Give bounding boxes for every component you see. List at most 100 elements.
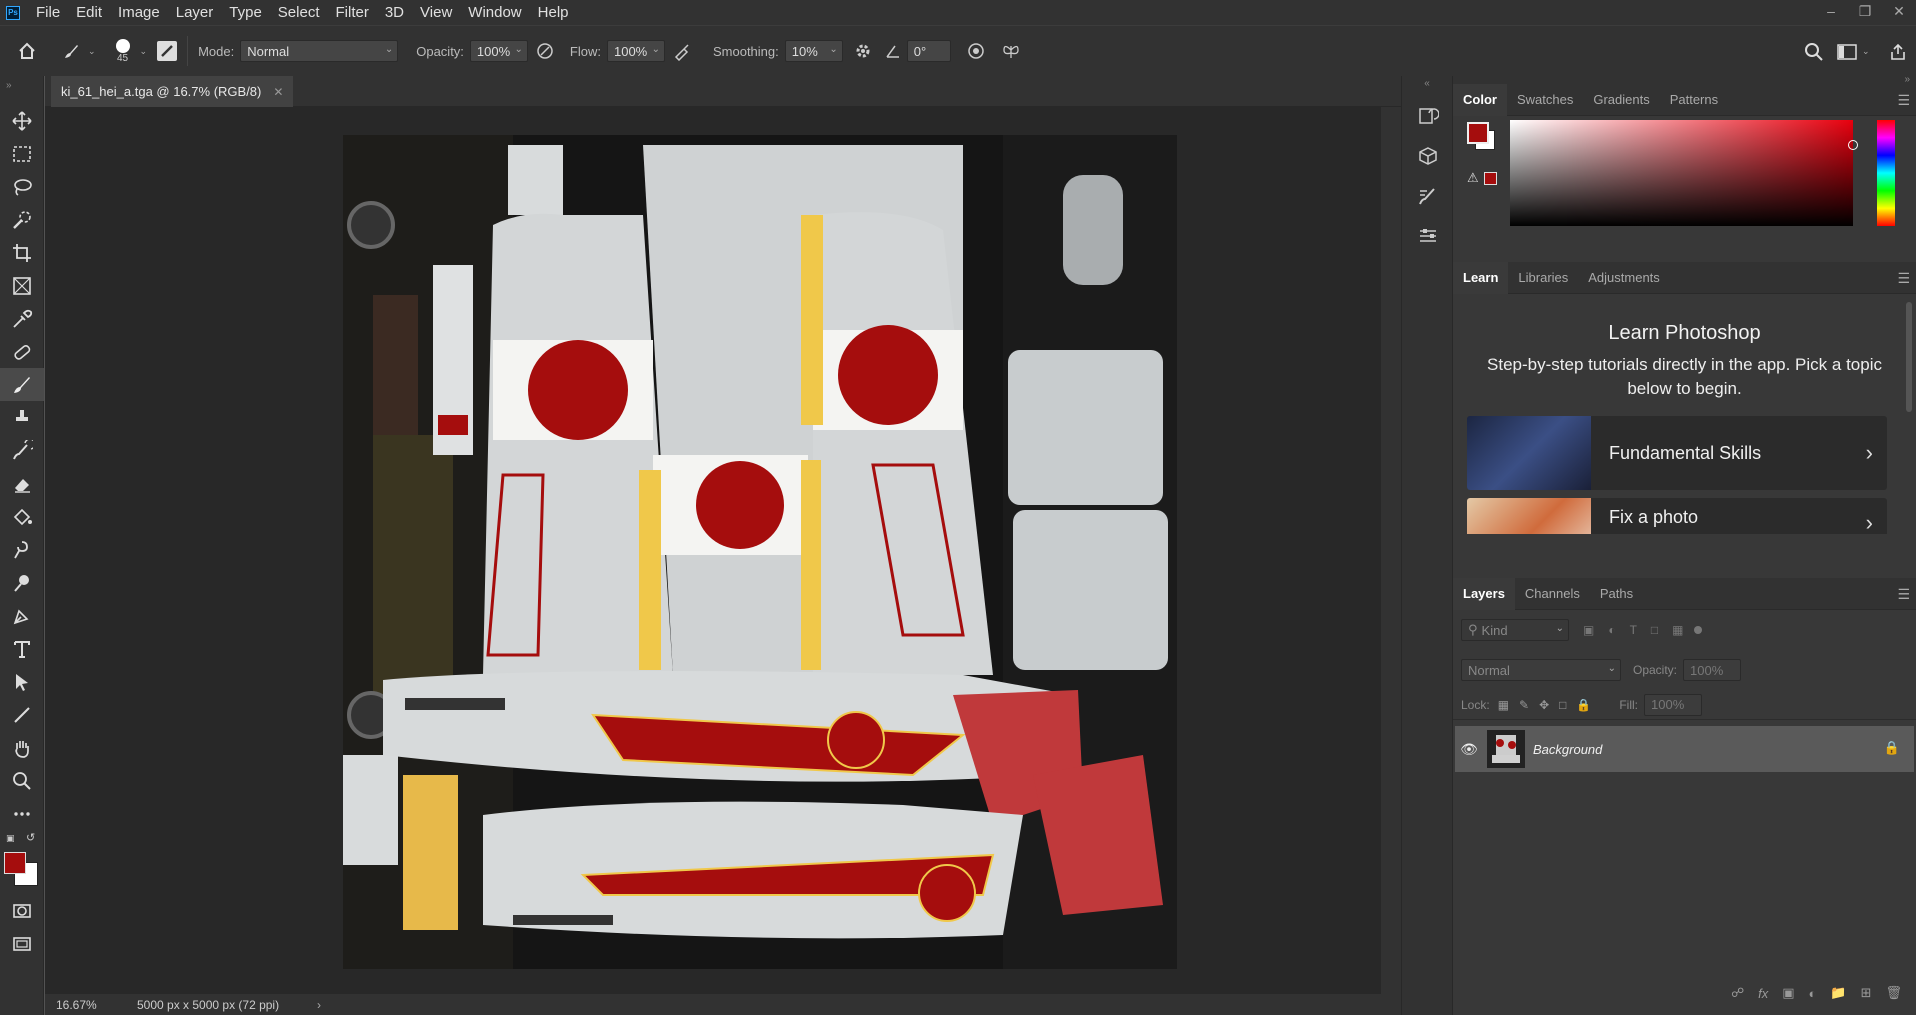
tab-gradients[interactable]: Gradients <box>1583 84 1659 116</box>
home-icon[interactable] <box>0 41 54 61</box>
minimize-icon[interactable]: – <box>1814 0 1848 22</box>
opacity-input[interactable]: 100% ⌄ <box>469 40 528 62</box>
symmetry-butterfly-icon[interactable] <box>1001 41 1021 61</box>
collapse-toolbar-icon[interactable]: » <box>0 76 43 104</box>
canvas-area[interactable] <box>45 107 1381 994</box>
smudge-tool-icon[interactable] <box>0 533 44 566</box>
quick-mask-icon[interactable] <box>0 894 44 927</box>
clone-stamp-tool-icon[interactable] <box>0 401 44 434</box>
layer-row-background[interactable]: 👁 Background 🔒 <box>1455 726 1914 772</box>
move-tool-icon[interactable] <box>0 104 44 137</box>
restore-icon[interactable]: ❐ <box>1848 0 1882 22</box>
history-panel-icon[interactable] <box>1402 96 1454 136</box>
menu-window[interactable]: Window <box>460 0 529 25</box>
chevron-down-icon[interactable]: ⌄ <box>1862 46 1880 57</box>
vertical-scrollbar[interactable] <box>1381 107 1401 1015</box>
tab-channels[interactable]: Channels <box>1515 578 1590 610</box>
more-tools-icon[interactable] <box>0 797 44 830</box>
default-colors-icon[interactable]: ▣ <box>6 833 15 844</box>
hand-tool-icon[interactable] <box>0 731 44 764</box>
menu-file[interactable]: File <box>28 0 68 25</box>
menu-help[interactable]: Help <box>530 0 577 25</box>
learn-scrollbar[interactable] <box>1906 302 1912 412</box>
layer-blend-mode[interactable]: Normal ⌄ <box>1461 659 1621 681</box>
layer-name[interactable]: Background <box>1533 742 1602 757</box>
menu-layer[interactable]: Layer <box>168 0 222 25</box>
filter-toggle-icon[interactable] <box>1693 626 1702 634</box>
share-icon[interactable] <box>1880 43 1916 61</box>
zoom-level[interactable]: 16.67% <box>45 998 137 1012</box>
screen-mode-icon[interactable] <box>0 927 44 960</box>
pressure-opacity-icon[interactable] <box>528 41 562 61</box>
adjustment-layer-icon[interactable]: ◐ <box>1809 986 1817 1001</box>
tab-layers[interactable]: Layers <box>1453 577 1515 610</box>
learn-card-fix-photo[interactable]: Fix a photo › <box>1467 498 1887 534</box>
status-menu-arrow-icon[interactable]: › <box>317 998 321 1012</box>
healing-brush-tool-icon[interactable] <box>0 335 44 368</box>
document-canvas[interactable] <box>343 135 1177 969</box>
lock-icon[interactable]: 🔒 <box>1884 740 1900 756</box>
tab-learn[interactable]: Learn <box>1453 261 1509 294</box>
menu-type[interactable]: Type <box>221 0 270 25</box>
close-window-icon[interactable]: ✕ <box>1882 0 1916 22</box>
hue-slider[interactable] <box>1877 120 1895 226</box>
collapse-dock-icon[interactable]: « <box>1402 76 1452 96</box>
marquee-tool-icon[interactable] <box>0 137 44 170</box>
line-tool-icon[interactable] <box>0 698 44 731</box>
document-tab[interactable]: ki_61_hei_a.tga @ 16.7% (RGB/8) ✕ <box>51 76 294 107</box>
color-cursor[interactable] <box>1848 140 1858 150</box>
crop-tool-icon[interactable] <box>0 236 44 269</box>
eyedropper-tool-icon[interactable] <box>0 302 44 335</box>
eraser-tool-icon[interactable] <box>0 467 44 500</box>
tab-adjustments[interactable]: Adjustments <box>1578 262 1670 294</box>
menu-edit[interactable]: Edit <box>68 0 110 25</box>
menu-image[interactable]: Image <box>110 0 168 25</box>
layer-filter-icons[interactable]: ▣◐T□▦ <box>1583 623 1698 637</box>
3d-panel-icon[interactable] <box>1402 136 1454 176</box>
new-group-icon[interactable]: 📁 <box>1830 985 1846 1001</box>
menu-select[interactable]: Select <box>270 0 328 25</box>
close-tab-icon[interactable]: ✕ <box>273 85 283 99</box>
airbrush-icon[interactable] <box>665 41 699 61</box>
history-brush-tool-icon[interactable] <box>0 434 44 467</box>
type-tool-icon[interactable] <box>0 632 44 665</box>
tab-swatches[interactable]: Swatches <box>1507 84 1583 116</box>
brush-preset-icon[interactable] <box>54 41 88 61</box>
properties-panel-icon[interactable] <box>1402 216 1454 256</box>
flow-input[interactable]: 100% ⌄ <box>606 40 665 62</box>
workspace-icon[interactable] <box>1832 43 1862 60</box>
angle-input[interactable]: 0° <box>906 40 951 62</box>
zoom-tool-icon[interactable] <box>0 764 44 797</box>
gear-icon[interactable] <box>843 41 883 61</box>
paint-bucket-tool-icon[interactable] <box>0 500 44 533</box>
swap-colors-icon[interactable]: ↺ <box>26 831 35 844</box>
mode-dropdown[interactable]: Normal ⌄ <box>240 40 399 62</box>
link-layers-icon[interactable]: ☍ <box>1731 985 1744 1001</box>
foreground-color-chip[interactable] <box>1467 122 1489 144</box>
foreground-color-swatch[interactable] <box>4 852 26 874</box>
chevron-down-icon[interactable]: ⌄ <box>140 46 148 57</box>
lasso-tool-icon[interactable] <box>0 170 44 203</box>
quick-selection-tool-icon[interactable] <box>0 203 44 236</box>
pen-tool-icon[interactable] <box>0 599 44 632</box>
panel-menu-icon[interactable]: ☰ <box>1897 586 1910 603</box>
add-mask-icon[interactable]: ▣ <box>1782 985 1794 1001</box>
brush-size-picker[interactable]: 45 <box>110 38 136 64</box>
learn-card-fundamental-skills[interactable]: Fundamental Skills › <box>1467 416 1887 490</box>
tab-color[interactable]: Color <box>1453 83 1507 116</box>
layer-kind-filter[interactable]: ⚲ Kind ⌄ <box>1461 619 1569 641</box>
menu-view[interactable]: View <box>412 0 460 25</box>
lock-options-icons[interactable]: ▦✎✥□🔒 <box>1498 698 1602 712</box>
tab-paths[interactable]: Paths <box>1590 578 1643 610</box>
frame-tool-icon[interactable] <box>0 269 44 302</box>
eye-visibility-icon[interactable]: 👁 <box>1455 741 1483 758</box>
pressure-size-icon[interactable] <box>951 41 1001 61</box>
saturation-brightness-field[interactable] <box>1510 120 1853 226</box>
tab-libraries[interactable]: Libraries <box>1508 262 1578 294</box>
search-icon[interactable] <box>1796 42 1832 62</box>
dodge-tool-icon[interactable] <box>0 566 44 599</box>
fx-icon[interactable]: fx <box>1758 986 1768 1001</box>
chevron-down-icon[interactable]: ⌄ <box>88 46 96 57</box>
brush-settings-toggle-icon[interactable] <box>157 41 178 61</box>
gamut-warning-icon[interactable]: ⚠ <box>1467 170 1479 186</box>
